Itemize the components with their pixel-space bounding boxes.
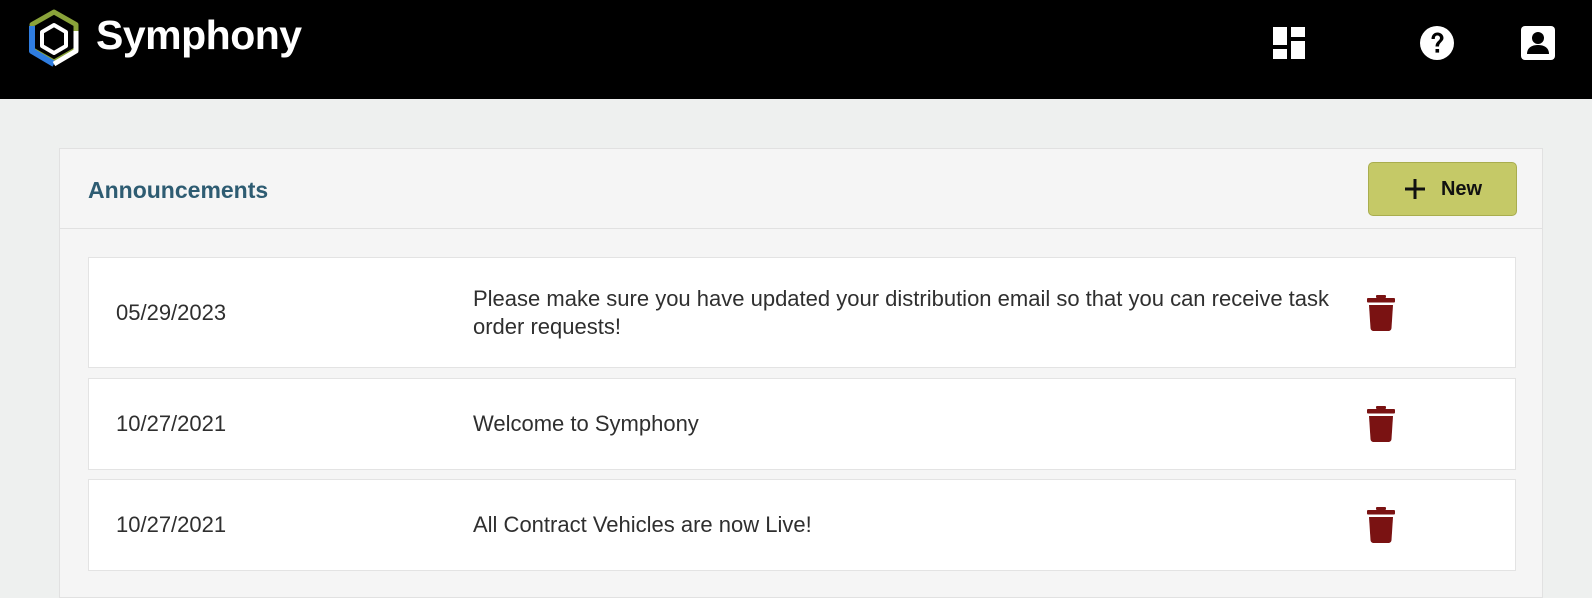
account-icon[interactable]: [1519, 24, 1557, 62]
help-icon[interactable]: [1418, 24, 1456, 62]
new-button-label: New: [1440, 177, 1483, 200]
announcement-date: 05/29/2023: [116, 299, 227, 325]
announcement-message: Welcome to Symphony: [473, 411, 699, 436]
announcement-date: 10/27/2021: [116, 411, 227, 436]
brand-name: Symphony: [96, 11, 302, 58]
panel-header: Announcements New: [60, 149, 1542, 229]
announcements-panel: Announcements New 05/29/2023 Please make…: [59, 148, 1543, 598]
announcement-date: 10/27/2021: [116, 512, 227, 537]
announcement-row: 10/27/2021 All Contract Vehicles are now…: [88, 479, 1516, 571]
announcement-message: Please make sure you have updated your d…: [473, 285, 1330, 339]
announcement-message: All Contract Vehicles are now Live!: [473, 512, 812, 537]
delete-icon[interactable]: [1366, 294, 1396, 331]
announcement-row: 10/27/2021 Welcome to Symphony: [88, 378, 1516, 470]
delete-icon[interactable]: [1366, 507, 1396, 543]
panel-title: Announcements: [88, 177, 269, 203]
symphony-logo-icon: [29, 9, 79, 67]
brand[interactable]: Symphony: [26, 9, 302, 71]
delete-icon[interactable]: [1366, 406, 1396, 442]
new-announcement-button[interactable]: New: [1368, 162, 1517, 216]
dashboard-icon[interactable]: [1270, 24, 1308, 62]
top-navbar: Symphony: [0, 0, 1592, 99]
announcement-row: 05/29/2023 Please make sure you have upd…: [88, 257, 1516, 368]
plus-icon: [1404, 179, 1425, 199]
